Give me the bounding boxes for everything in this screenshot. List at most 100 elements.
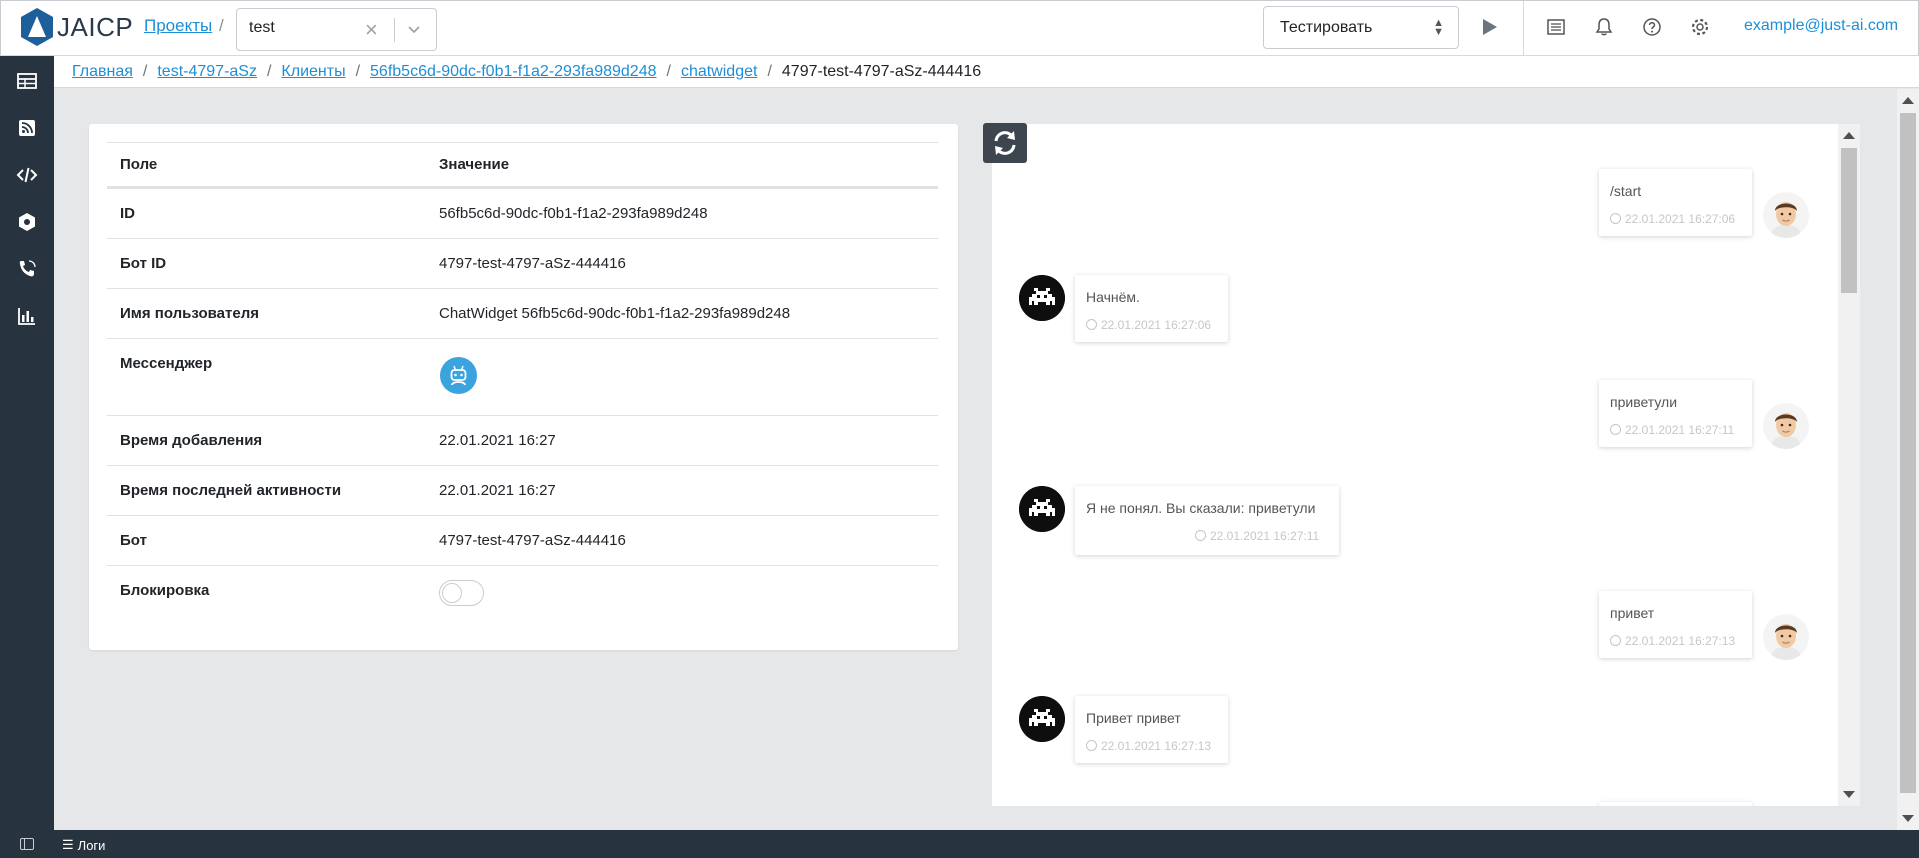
breadcrumb-channel[interactable]: chatwidget	[681, 63, 758, 81]
table-header-row: Поле Значение	[107, 142, 938, 188]
field-label: Время добавления	[120, 432, 263, 449]
gear-icon[interactable]	[1690, 17, 1710, 37]
message-text: /start	[1610, 183, 1642, 199]
table-row: ID 56fb5c6d-90dc-f0b1-f1a2-293fa989d248	[107, 188, 938, 238]
dashboard-icon[interactable]	[16, 70, 38, 92]
breadcrumb: Главная / test-4797-aSz / Клиенты / 56fb…	[72, 63, 981, 81]
scroll-up-arrow-icon[interactable]	[1902, 97, 1914, 104]
breadcrumb-project[interactable]: test-4797-aSz	[157, 63, 257, 81]
client-info-table: Поле Значение ID 56fb5c6d-90dc-f0b1-f1a2…	[107, 142, 938, 615]
message-time: 22.01.2021 16:27:06	[1086, 318, 1211, 332]
field-label: Время последней активности	[120, 482, 342, 499]
clock-icon	[1086, 740, 1097, 751]
message-time: 22.01.2021 16:27:13	[1086, 739, 1211, 753]
message-time: 22.01.2021 16:27:11	[1195, 529, 1319, 543]
field-label: Имя пользователя	[120, 305, 259, 322]
panel-toggle-icon[interactable]	[20, 838, 34, 850]
chat-history-panel[interactable]: /start 22.01.2021 16:27:06 Начнём. 22.01…	[992, 124, 1860, 806]
breadcrumb-sep: /	[767, 63, 772, 80]
breadcrumb-sep: /	[266, 63, 272, 80]
page-scroll-thumb[interactable]	[1900, 113, 1916, 793]
rss-icon[interactable]	[16, 117, 38, 139]
field-label: Мессенджер	[120, 355, 213, 372]
breadcrumb-sep: /	[666, 63, 671, 80]
robot-icon	[450, 365, 467, 386]
logs-bar: ☰ Логи	[0, 830, 1919, 858]
phone-icon[interactable]	[16, 258, 38, 280]
analytics-icon[interactable]	[16, 305, 38, 327]
chat-scroll-thumb[interactable]	[1841, 148, 1857, 293]
table-row: Время добавления 22.01.2021 16:27	[107, 415, 938, 465]
message-text: Я не понял. Вы сказали: приветули	[1086, 500, 1316, 516]
toggle-knob	[442, 583, 462, 603]
table-row: Блокировка	[107, 565, 938, 615]
page-scrollbar[interactable]	[1897, 89, 1919, 830]
logo-text: JAICP	[57, 11, 134, 42]
field-value: ChatWidget 56fb5c6d-90dc-f0b1-f1a2-293fa…	[439, 305, 791, 322]
projects-link[interactable]: Проекты	[144, 16, 212, 36]
table-row: Имя пользователя ChatWidget 56fb5c6d-90d…	[107, 288, 938, 338]
clear-icon[interactable]: ×	[365, 17, 378, 43]
clock-icon	[1086, 319, 1097, 330]
user-email-link[interactable]: example@just-ai.com	[1744, 17, 1898, 35]
logs-button[interactable]: ☰ Логи	[62, 837, 105, 853]
table-row: Мессенджер	[107, 338, 938, 415]
field-value: 4797-test-4797-aSz-444416	[439, 532, 626, 549]
jaicp-logo[interactable]: JAICP	[19, 7, 133, 47]
message-text: привет	[1610, 605, 1655, 621]
select-divider	[394, 18, 395, 42]
breadcrumb-current: 4797-test-4797-aSz-444416	[781, 63, 982, 80]
block-toggle[interactable]	[439, 580, 484, 606]
chat-scrollbar[interactable]	[1838, 124, 1860, 806]
table-row: Время последней активности 22.01.2021 16…	[107, 465, 938, 515]
toolbar-divider	[1523, 1, 1524, 57]
refresh-button[interactable]	[983, 123, 1027, 163]
clock-icon	[1610, 635, 1621, 646]
scroll-down-arrow-icon[interactable]	[1902, 815, 1914, 822]
table-row: Бот 4797-test-4797-aSz-444416	[107, 515, 938, 565]
bot-message: Я не понял. Вы сказали: приветули 22.01.…	[1075, 486, 1339, 555]
chevron-down-icon[interactable]	[406, 21, 422, 37]
project-select[interactable]: test ×	[236, 8, 437, 51]
field-value: 4797-test-4797-aSz-444416	[439, 255, 626, 272]
field-value: 22.01.2021 16:27	[439, 432, 556, 449]
user-avatar	[1763, 403, 1809, 449]
channels-icon[interactable]	[16, 211, 38, 233]
breadcrumb-sep: /	[355, 63, 361, 80]
field-value: 22.01.2021 16:27	[439, 482, 556, 499]
list-icon[interactable]	[1546, 17, 1566, 37]
help-icon[interactable]	[1642, 17, 1662, 37]
user-message-partial	[1599, 802, 1752, 806]
breadcrumb-clients[interactable]: Клиенты	[281, 63, 345, 81]
top-bar: JAICP Проекты / test × Тестировать ▲ ▼ ex…	[0, 0, 1919, 57]
table-row: Бот ID 4797-test-4797-aSz-444416	[107, 238, 938, 288]
breadcrumb-bar: Главная / test-4797-aSz / Клиенты / 56fb…	[54, 56, 1919, 88]
project-select-value: test	[249, 19, 275, 36]
breadcrumb-home[interactable]: Главная	[72, 63, 133, 81]
user-message: приветули 22.01.2021 16:27:11	[1599, 380, 1752, 447]
breadcrumb-client-id[interactable]: 56fb5c6d-90dc-f0b1-f1a2-293fa989d248	[370, 63, 656, 81]
code-icon[interactable]	[16, 164, 38, 186]
play-icon[interactable]	[1482, 18, 1498, 36]
clock-icon	[1195, 530, 1206, 541]
test-select[interactable]: Тестировать ▲ ▼	[1263, 6, 1459, 49]
message-time: 22.01.2021 16:27:06	[1610, 212, 1735, 226]
scroll-up-arrow-icon[interactable]	[1843, 132, 1855, 139]
scroll-down-arrow-icon[interactable]	[1843, 791, 1855, 798]
column-header-field: Поле	[120, 156, 158, 173]
bot-avatar	[1019, 696, 1065, 742]
chatwidget-messenger-badge	[440, 357, 477, 394]
bot-message: Начнём. 22.01.2021 16:27:06	[1075, 275, 1228, 342]
column-header-value: Значение	[439, 156, 510, 173]
bot-avatar	[1019, 275, 1065, 321]
field-label: Бот	[120, 532, 147, 549]
field-label: ID	[120, 205, 135, 222]
field-label: Бот ID	[120, 255, 167, 272]
message-text: Привет привет	[1086, 710, 1181, 726]
bell-icon[interactable]	[1594, 17, 1614, 37]
test-select-value: Тестировать	[1280, 19, 1373, 36]
message-time: 22.01.2021 16:27:11	[1610, 423, 1734, 437]
client-info-card: Поле Значение ID 56fb5c6d-90dc-f0b1-f1a2…	[89, 124, 958, 650]
message-time: 22.01.2021 16:27:13	[1610, 634, 1735, 648]
breadcrumb-sep: /	[142, 63, 148, 80]
